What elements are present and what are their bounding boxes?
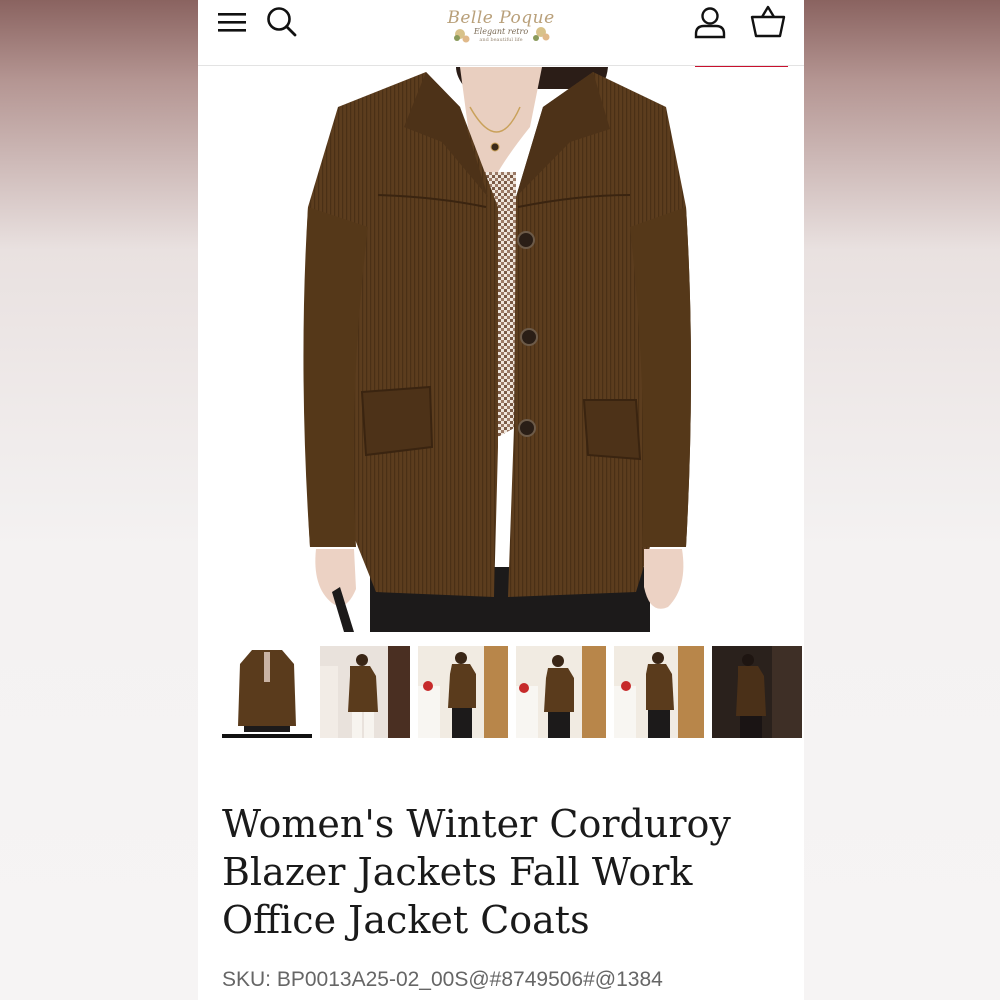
account-icon (694, 7, 726, 39)
sku-value: BP0013A25-02_00S@#8749506#@1384 (276, 968, 663, 991)
menu-button[interactable] (214, 4, 250, 40)
site-header: Belle Poque Elegant retro and beautiful … (198, 0, 804, 66)
product-main-image[interactable] (198, 67, 804, 632)
thumbnail-1-image (222, 646, 312, 734)
search-button[interactable] (264, 4, 300, 40)
background-blur-right (804, 0, 1000, 1000)
thumbnail-4[interactable] (516, 646, 606, 738)
logo-tagline: Elegant retro (473, 26, 529, 36)
corduroy-blazer-photo (303, 67, 691, 632)
thumbnail-3-image (418, 646, 508, 738)
cart-button[interactable] (750, 4, 786, 40)
thumbnail-1[interactable] (222, 646, 312, 738)
product-sku: SKU: BP0013A25-02_00S@#8749506#@1384 (222, 968, 782, 992)
product-page: Belle Poque Elegant retro and beautiful … (198, 0, 804, 1000)
thumbnail-6-image (712, 646, 802, 738)
logo-name: Belle Poque (447, 7, 555, 28)
thumbnail-2-image (320, 646, 410, 738)
thumbnail-3[interactable] (418, 646, 508, 738)
thumbnail-gallery (222, 646, 804, 738)
thumbnail-4-image (516, 646, 606, 738)
thumbnail-6[interactable] (712, 646, 802, 738)
sku-label: SKU: (222, 968, 272, 991)
brand-logo[interactable]: Belle Poque Elegant retro and beautiful … (442, 0, 560, 52)
thumbnail-2[interactable] (320, 646, 410, 738)
basket-icon (750, 5, 786, 38)
account-button[interactable] (692, 4, 728, 40)
thumbnail-5-image (614, 646, 704, 738)
thumbnail-5[interactable] (614, 646, 704, 738)
product-title: Women's Winter Corduroy Blazer Jackets F… (222, 802, 731, 942)
background-blur-left (0, 0, 198, 1000)
logo-sub-tagline: and beautiful life (479, 36, 523, 43)
search-icon (267, 7, 297, 37)
menu-icon (218, 13, 246, 32)
